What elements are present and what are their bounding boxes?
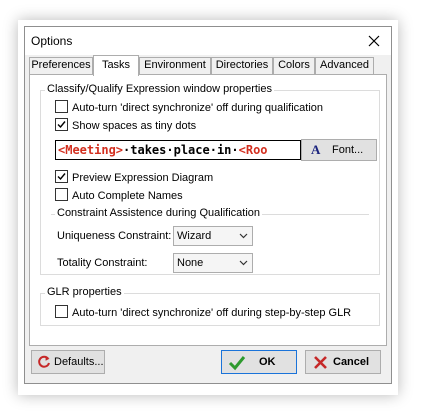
glr-group-label: GLR properties [45, 286, 124, 298]
tasks-panel: Classify/Qualify Expression window prope… [29, 74, 387, 346]
cancel-button[interactable]: Cancel [305, 350, 381, 374]
reset-icon [38, 355, 50, 368]
defaults-button[interactable]: Defaults... [31, 350, 105, 374]
totality-label: Totality Constraint: [57, 257, 148, 269]
auto-complete-checkbox[interactable]: Auto Complete Names [55, 188, 183, 202]
checkbox-box [55, 100, 68, 113]
tab-colors[interactable]: Colors [273, 57, 315, 74]
close-icon[interactable] [363, 30, 385, 52]
uniqueness-label: Uniqueness Constraint: [57, 230, 172, 242]
checkbox-box [55, 118, 68, 131]
checkmark-icon [228, 356, 246, 371]
show-spaces-checkbox[interactable]: Show spaces as tiny dots [55, 118, 196, 132]
tab-environment[interactable]: Environment [139, 57, 211, 74]
expression-sample-preview: <Meeting>·takes·place·in·<Roo [55, 140, 301, 160]
classify-group-label: Classify/Qualify Expression window prope… [45, 83, 274, 95]
font-button[interactable]: A Font... [301, 139, 377, 161]
tab-preferences[interactable]: Preferences [29, 57, 93, 74]
glr-group: GLR properties Auto-turn 'direct synchro… [40, 286, 380, 326]
tab-tasks[interactable]: Tasks [93, 55, 139, 76]
auto-turn-qualification-checkbox[interactable]: Auto-turn 'direct synchronize' off durin… [55, 100, 323, 114]
totality-select[interactable]: None [173, 253, 253, 273]
tab-advanced[interactable]: Advanced [315, 57, 374, 74]
font-a-icon: A [311, 142, 321, 157]
tab-strip: Preferences Tasks Environment Directorie… [29, 55, 389, 76]
chevron-down-icon [239, 260, 248, 266]
constraint-group: Constraint Assistence during Qualificati… [51, 207, 369, 273]
auto-turn-glr-checkbox[interactable]: Auto-turn 'direct synchronize' off durin… [55, 305, 351, 319]
classify-group: Classify/Qualify Expression window prope… [40, 83, 380, 275]
ok-button[interactable]: OK [221, 350, 297, 374]
uniqueness-select[interactable]: Wizard [173, 226, 253, 246]
title-bar: Options [25, 27, 391, 55]
checkbox-box [55, 305, 68, 318]
options-dialog: Options Preferences Tasks Environment Di… [24, 26, 392, 384]
tab-directories[interactable]: Directories [211, 57, 273, 74]
preview-diagram-checkbox[interactable]: Preview Expression Diagram [55, 170, 213, 184]
constraint-group-label: Constraint Assistence during Qualificati… [55, 207, 262, 219]
cancel-x-icon [314, 356, 327, 369]
chevron-down-icon [239, 233, 248, 239]
checkbox-box [55, 170, 68, 183]
checkbox-box [55, 188, 68, 201]
window-title: Options [31, 34, 73, 48]
